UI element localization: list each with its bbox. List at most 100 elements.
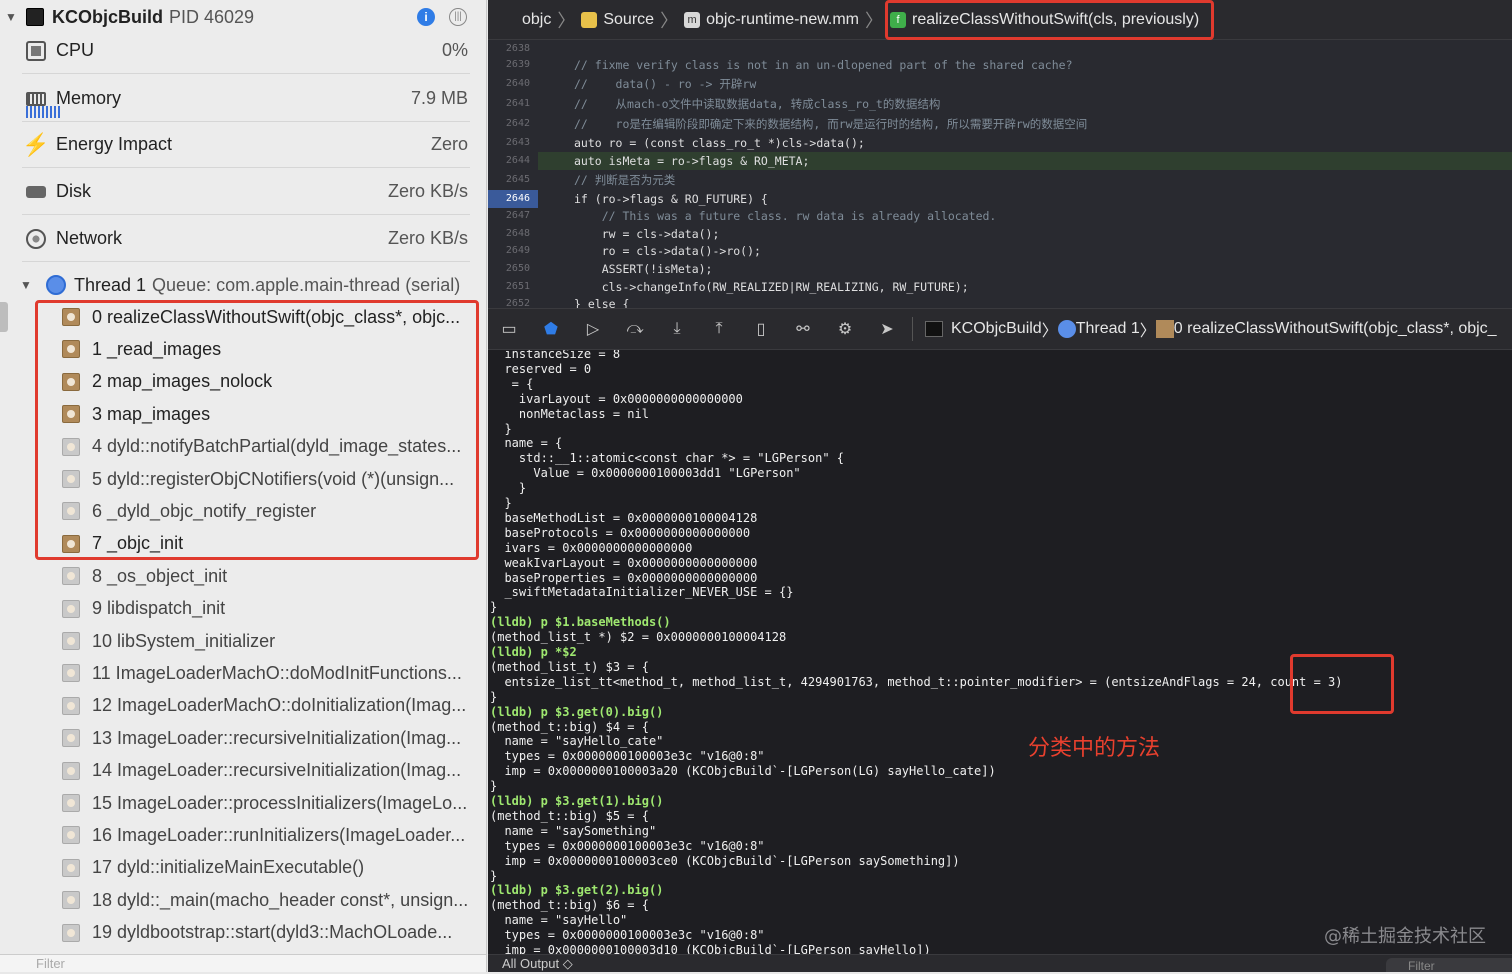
line-number[interactable]: 2648 xyxy=(488,225,530,243)
stack-frame[interactable]: 8 _os_object_init xyxy=(62,561,472,591)
console-line: (method_t::big) $5 = { xyxy=(490,808,649,823)
filter-placeholder: Filter xyxy=(36,956,65,971)
chevron-right-icon: 〉 xyxy=(865,10,883,31)
line-number[interactable]: 2640 xyxy=(488,75,530,93)
line-number[interactable]: 2649 xyxy=(488,242,530,260)
gauge-energy[interactable]: ⚡ Energy Impact Zero xyxy=(22,122,470,168)
breadcrumb-item[interactable]: objc xyxy=(522,11,551,29)
thread-icon xyxy=(1057,320,1076,338)
gauge-value: 0% xyxy=(441,40,468,60)
view-debugger-icon[interactable]: ▯ xyxy=(752,320,770,338)
line-number[interactable]: 2647 xyxy=(488,207,530,225)
console-line: types = 0x0000000100003e3c "v16@0:8" xyxy=(490,838,765,853)
console-line: (lldb) p $3.get(2).big() xyxy=(490,883,664,898)
chevron-right-icon: 〉 xyxy=(1139,323,1156,340)
line-number[interactable]: 2639 xyxy=(488,56,530,74)
gauge-network[interactable]: Network Zero KB/s xyxy=(22,216,470,262)
stack-frame[interactable]: 15 ImageLoader::processInitializers(Imag… xyxy=(62,788,472,818)
code-line: // 从mach-o文件中读取数据data, 转成class_ro_t的数据结构 xyxy=(574,97,941,111)
debug-target[interactable]: KCObjcBuild xyxy=(951,320,1042,338)
line-number[interactable]: 2642 xyxy=(488,115,530,133)
stack-frame[interactable]: 17 dyld::initializeMainExecutable() xyxy=(62,853,472,883)
gauge-label: Memory xyxy=(56,88,122,108)
console-line: name = "sayHello_cate" xyxy=(490,734,664,749)
breadcrumb-item[interactable]: realizeClassWithoutSwift(cls, previously… xyxy=(912,11,1199,29)
disclosure-triangle-icon[interactable]: ▼ xyxy=(0,10,22,24)
console-filter[interactable]: Filter xyxy=(1386,958,1512,973)
debug-bar: ▭ ⬟ ▷ ⤼ ⤓ ⤒ ▯ ⚯ ⚙ ➤ KCObjcBuild 〉 Thread… xyxy=(488,308,1512,350)
output-selector[interactable]: All Output ◇ xyxy=(488,954,1512,972)
divider xyxy=(912,317,913,341)
console-line: } xyxy=(490,496,512,510)
line-number[interactable]: 2643 xyxy=(488,134,530,152)
stack-frame[interactable]: 11 ImageLoaderMachO::doModInitFunctions.… xyxy=(62,658,472,688)
gauge-memory[interactable]: Memory 7.9 MB xyxy=(22,76,470,122)
disclosure-triangle-icon[interactable]: ▼ xyxy=(20,278,32,292)
annotation-text: 分类中的方法 xyxy=(1028,736,1161,761)
console-line: nonMetaclass = nil xyxy=(490,406,649,421)
code-line: auto ro = (const class_ro_t *)cls->data(… xyxy=(574,136,865,150)
debug-thread[interactable]: Thread 1 xyxy=(1076,320,1140,338)
lldb-console[interactable]: instanceSize = 8 reserved = 0 = { ivarLa… xyxy=(488,350,1512,954)
stack-frame[interactable]: 12 ImageLoaderMachO::doInitialization(Im… xyxy=(62,691,472,721)
console-line: } xyxy=(490,868,498,883)
line-number[interactable]: 2650 xyxy=(488,260,530,278)
gauge-cpu[interactable]: CPU 0% xyxy=(22,28,470,74)
frame-icon xyxy=(62,891,80,910)
location-icon[interactable]: ➤ xyxy=(878,320,896,338)
file-icon: m xyxy=(684,11,701,28)
line-number[interactable]: 2641 xyxy=(488,95,530,113)
breadcrumb-item[interactable]: Source xyxy=(603,11,654,29)
gauge-disk[interactable]: Disk Zero KB/s xyxy=(22,169,470,215)
thread-icon xyxy=(46,275,66,295)
step-out-icon[interactable]: ⤒ xyxy=(710,320,728,338)
step-over-icon[interactable]: ⤼ xyxy=(626,320,644,338)
gauge-value: Zero xyxy=(430,134,468,154)
line-number[interactable]: 2651 xyxy=(488,278,530,296)
line-number[interactable]: 2652 xyxy=(488,295,530,308)
function-icon: f xyxy=(890,11,906,28)
line-number[interactable]: 2645 xyxy=(488,171,530,189)
console-line: baseProperties = 0x0000000000000000 xyxy=(490,570,758,585)
stack-frame[interactable]: 9 libdispatch_init xyxy=(62,594,472,624)
continue-icon[interactable]: ▷ xyxy=(584,320,602,338)
frame-icon xyxy=(62,923,80,942)
thread-filter-icon[interactable]: ||| xyxy=(449,8,467,26)
frame-label: 18 dyld::_main(macho_header const*, unsi… xyxy=(92,889,469,910)
source-editor[interactable]: 2638 2639 2640 2641 2642 2643 2644 2645 2646 2647… xyxy=(488,40,1512,308)
gauge-value: Zero KB/s xyxy=(387,181,468,201)
hide-console-icon[interactable]: ▭ xyxy=(500,320,518,338)
frame-label: 9 libdispatch_init xyxy=(92,598,226,619)
frame-icon xyxy=(62,664,80,683)
stack-frame[interactable]: 13 ImageLoader::recursiveInitialization(… xyxy=(62,723,472,753)
environment-icon[interactable]: ⚙ xyxy=(836,320,854,338)
memory-graph-icon[interactable]: ⚯ xyxy=(794,320,812,338)
stack-frame[interactable]: 18 dyld::_main(macho_header const*, unsi… xyxy=(62,885,472,915)
disk-icon xyxy=(24,181,48,203)
breadcrumb-item[interactable]: objc-runtime-new.mm xyxy=(706,11,859,29)
console-line: std::__1::atomic<const char *> = "LGPers… xyxy=(490,451,845,466)
navigator-filter[interactable]: Filter xyxy=(0,954,486,972)
editor-area: objc 〉 Source 〉 m objc-runtime-new.mm 〉 … xyxy=(488,0,1512,973)
highlight-box xyxy=(35,300,479,560)
console-line: instanceSize = 8 xyxy=(490,350,621,361)
console-line: (method_t::big) $6 = { xyxy=(490,898,649,913)
thread-queue: Queue: com.apple.main-thread (serial) xyxy=(152,274,461,295)
step-into-icon[interactable]: ⤓ xyxy=(668,320,686,338)
thread-row[interactable]: ▼ Thread 1 Queue: com.apple.main-thread … xyxy=(0,270,486,300)
output-label[interactable]: All Output ◇ xyxy=(502,956,573,971)
frame-icon xyxy=(62,826,80,845)
line-number[interactable]: 2644 xyxy=(488,152,530,170)
frame-icon xyxy=(62,696,80,715)
selection-indicator xyxy=(0,302,8,332)
function-crumb[interactable]: f realizeClassWithoutSwift(cls, previous… xyxy=(885,0,1215,40)
console-line: name = "sayHello" xyxy=(490,913,628,928)
info-icon[interactable]: i xyxy=(417,8,435,26)
stack-frame[interactable]: 10 libSystem_initializer xyxy=(62,626,472,656)
line-number[interactable]: 2646 xyxy=(488,190,538,208)
stack-frame[interactable]: 19 dyldbootstrap::start(dyld3::MachOLoad… xyxy=(62,918,472,948)
debug-frame[interactable]: 0 realizeClassWithoutSwift(objc_class*, … xyxy=(1174,320,1497,338)
breakpoints-icon[interactable]: ⬟ xyxy=(542,320,560,338)
stack-frame[interactable]: 16 ImageLoader::runInitializers(ImageLoa… xyxy=(62,820,472,850)
stack-frame[interactable]: 14 ImageLoader::recursiveInitialization(… xyxy=(62,756,472,786)
